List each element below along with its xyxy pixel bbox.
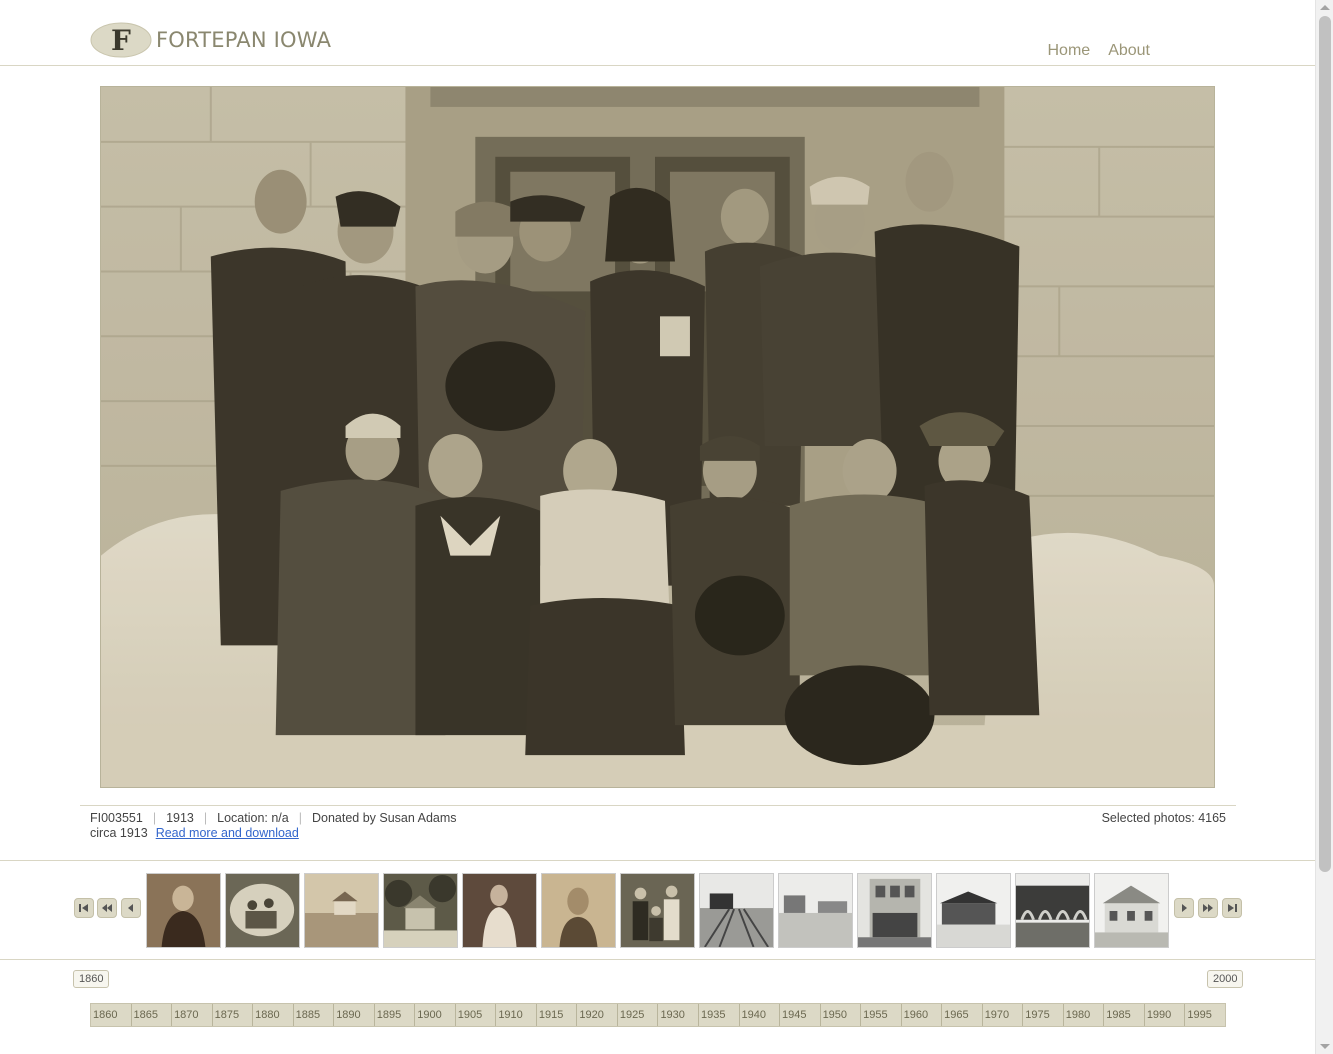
photo-id: FI003551	[90, 811, 143, 825]
skip-last-icon	[1228, 904, 1237, 912]
portrait-man-icon	[147, 874, 220, 947]
depot-building-icon	[937, 874, 1010, 947]
main-nav: Home About	[1048, 42, 1151, 60]
thumbnail[interactable]	[541, 873, 616, 948]
rewind-icon	[102, 904, 112, 912]
timeline-tick: 1920	[577, 1004, 618, 1026]
logo-text: FORTEPAN IOWA	[156, 28, 332, 52]
site-logo[interactable]: F FORTEPAN IOWA	[90, 22, 331, 58]
photo-year: 1913	[166, 811, 194, 825]
thumbnail[interactable]	[778, 873, 853, 948]
separator: |	[203, 811, 208, 825]
house-with-trees-icon	[384, 874, 457, 947]
timeline-tick: 1880	[253, 1004, 294, 1026]
read-more-link[interactable]: Read more and download	[156, 826, 299, 840]
thumbnail[interactable]	[1094, 873, 1169, 948]
timeline-tick: 1865	[132, 1004, 173, 1026]
thumbnail[interactable]	[620, 873, 695, 948]
timeline-tick: 1890	[334, 1004, 375, 1026]
timeline-tick: 1980	[1064, 1004, 1105, 1026]
thumbnail[interactable]	[304, 873, 379, 948]
thumbnail[interactable]	[857, 873, 932, 948]
timeline-tick: 1985	[1104, 1004, 1145, 1026]
timeline-tick: 1995	[1187, 1009, 1212, 1021]
main-photo[interactable]	[100, 86, 1215, 788]
next-icon	[1182, 904, 1187, 912]
thumbnail[interactable]	[699, 873, 774, 948]
next-button[interactable]	[1174, 898, 1194, 918]
portrait-man-sepia-icon	[542, 874, 615, 947]
timeline-tick: 1975	[1023, 1004, 1064, 1026]
timeline-tick: 1925	[618, 1004, 659, 1026]
first-page-button[interactable]	[74, 898, 94, 918]
previous-button[interactable]	[121, 898, 141, 918]
timeline-tick: 1895	[375, 1004, 416, 1026]
last-page-button[interactable]	[1222, 898, 1242, 918]
oval-family-portrait-icon	[226, 874, 299, 947]
fast-forward-icon	[1203, 904, 1213, 912]
site-header: F FORTEPAN IOWA Home About	[0, 0, 1315, 66]
photo-donor: Donated by Susan Adams	[311, 811, 457, 825]
timeline-end-handle[interactable]: 2000	[1207, 970, 1244, 988]
timeline-tick: 1990	[1145, 1004, 1186, 1026]
timeline-tick: 1875	[213, 1004, 254, 1026]
thumbnail[interactable]	[936, 873, 1011, 948]
thumbnail[interactable]	[383, 873, 458, 948]
farmhouse-landscape-icon	[305, 874, 378, 947]
timeline-tick: 1870	[172, 1004, 213, 1026]
group-family-icon	[621, 874, 694, 947]
timeline-tick: 1900	[415, 1004, 456, 1026]
portrait-woman-icon	[463, 874, 536, 947]
photo-location: Location: n/a	[217, 811, 289, 825]
fast-forward-button[interactable]	[1198, 898, 1218, 918]
timeline-tick: 1905	[456, 1004, 497, 1026]
scrollbar-thumb[interactable]	[1319, 16, 1331, 872]
timeline-tick: 1960	[902, 1004, 943, 1026]
timeline-tick: 1915	[537, 1004, 578, 1026]
separator: |	[298, 811, 302, 825]
timeline-tick: 1965	[942, 1004, 983, 1026]
white-house-icon	[1095, 874, 1168, 947]
nav-about-link[interactable]: About	[1108, 42, 1150, 60]
selected-photos-count: Selected photos: 4165	[1101, 811, 1226, 825]
thumbnail[interactable]	[146, 873, 221, 948]
skip-first-icon	[79, 904, 88, 912]
timeline-tick: 1955	[861, 1004, 902, 1026]
timeline-tick: 1885	[294, 1004, 335, 1026]
separator: |	[152, 811, 157, 825]
timeline-tick: 1970	[983, 1004, 1024, 1026]
timeline-tick: 1940	[740, 1004, 781, 1026]
photo-info-bar: FI003551 | 1913 | Location: n/a | Donate…	[80, 805, 1236, 840]
timeline-tick: 1945	[780, 1004, 821, 1026]
previous-icon	[128, 904, 133, 912]
thumbnail-strip	[0, 860, 1315, 960]
timeline-tick: 1910	[496, 1004, 537, 1026]
storefront-building-icon	[858, 874, 931, 947]
logo-letter: F	[111, 24, 131, 57]
thumbnail[interactable]	[1015, 873, 1090, 948]
timeline-start-handle[interactable]: 1860	[73, 970, 110, 988]
photo-date-note: circa 1913	[90, 826, 148, 840]
scroll-up-arrow-icon[interactable]	[1320, 5, 1330, 10]
rewind-button[interactable]	[97, 898, 117, 918]
nav-home-link[interactable]: Home	[1048, 42, 1091, 60]
town-street-icon	[779, 874, 852, 947]
scroll-down-arrow-icon[interactable]	[1320, 1044, 1330, 1049]
timeline-tick: 1930	[658, 1004, 699, 1026]
thumbnail[interactable]	[225, 873, 300, 948]
timeline-slider[interactable]: 1860 1865 1870 1875 1880 1885 1890 1895 …	[90, 1003, 1226, 1027]
thumbnail[interactable]	[462, 873, 537, 948]
timeline-tick: 1950	[821, 1004, 862, 1026]
page-scrollbar[interactable]	[1315, 0, 1333, 1054]
logo-f-emblem-icon: F	[90, 22, 152, 58]
arched-building-icon	[1016, 874, 1089, 947]
timeline-tick: 1860	[91, 1004, 132, 1026]
timeline-tick: 1935	[699, 1004, 740, 1026]
railroad-tracks-icon	[700, 874, 773, 947]
